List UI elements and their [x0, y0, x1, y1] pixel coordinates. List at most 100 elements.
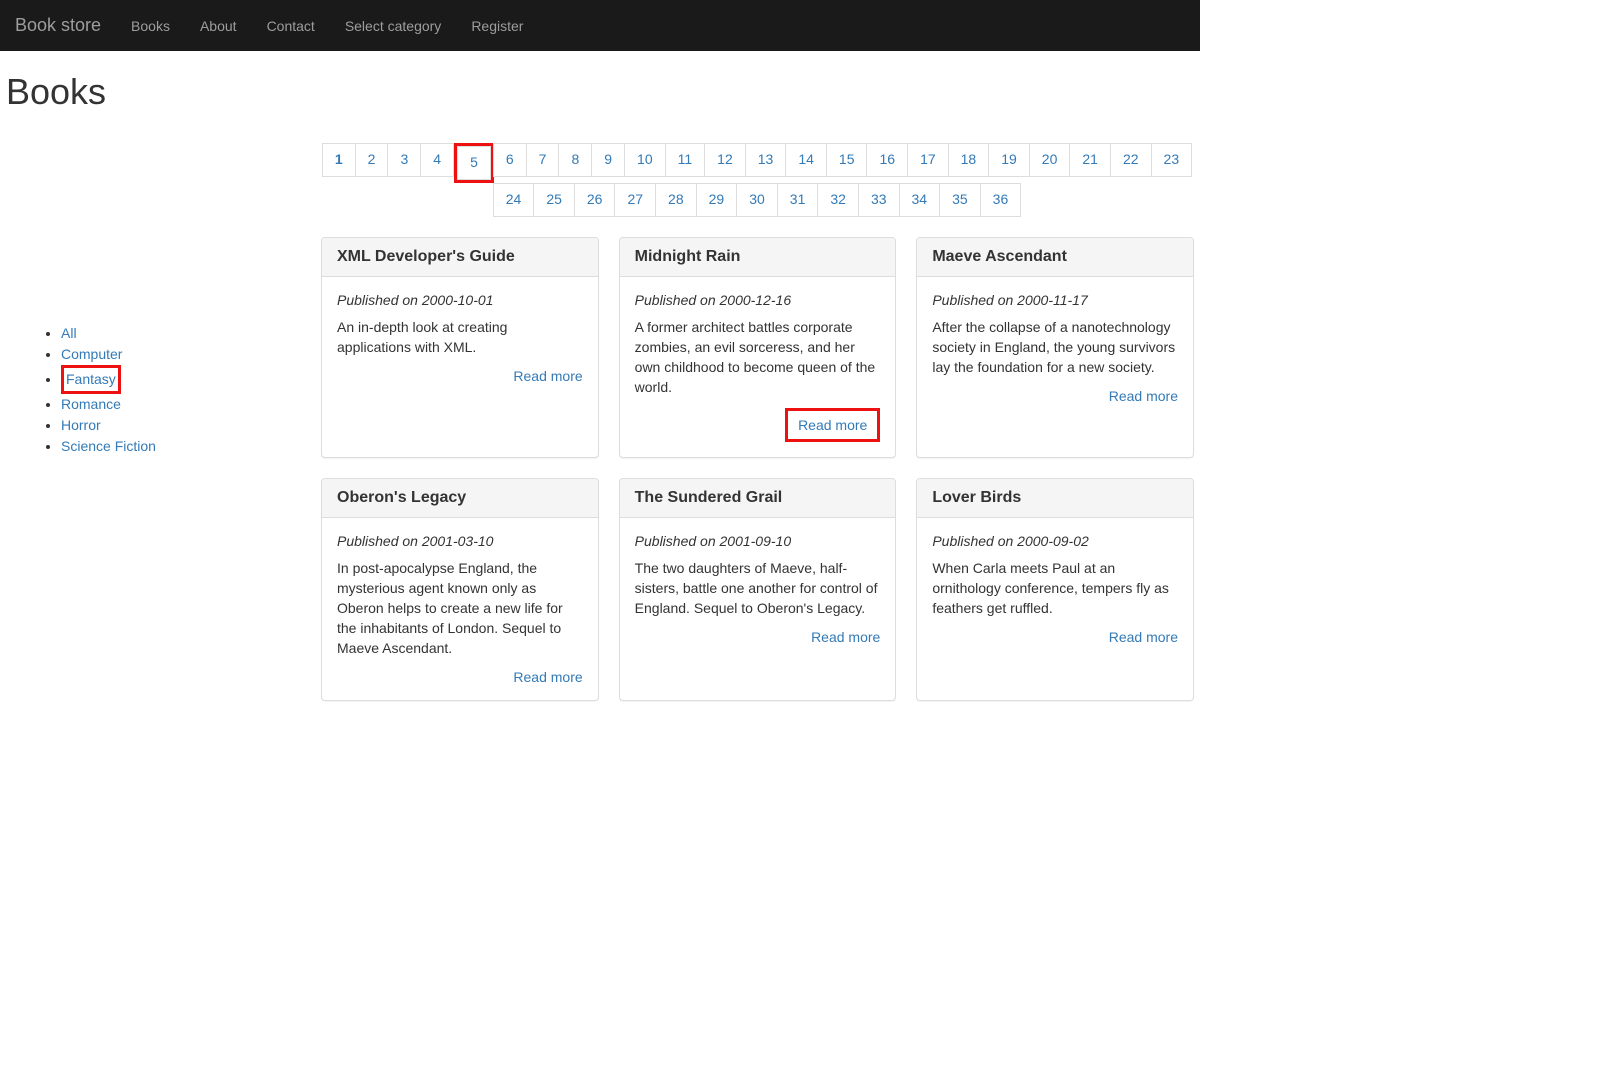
- pagination-wrap: 1234567891011121314151617181920212223242…: [321, 143, 1194, 217]
- read-more-link[interactable]: Read more: [1109, 388, 1178, 404]
- pagination: 1234567891011121314151617181920212223242…: [323, 143, 1193, 217]
- pagination-page-31[interactable]: 31: [777, 183, 819, 217]
- pagination-page-19[interactable]: 19: [988, 143, 1030, 177]
- book-card-heading: Maeve Ascendant: [917, 238, 1193, 277]
- pagination-page-21[interactable]: 21: [1069, 143, 1111, 177]
- book-card: XML Developer's Guide Published on 2000-1…: [321, 237, 599, 458]
- pagination-page-26[interactable]: 26: [574, 183, 616, 217]
- book-publish-date: Published on 2000-10-01: [337, 292, 583, 308]
- book-card-body: Published on 2000-12-16 A former architec…: [620, 277, 896, 457]
- navbar-brand[interactable]: Book store: [15, 0, 116, 51]
- nav-link-register[interactable]: Register: [456, 3, 538, 49]
- read-more-link[interactable]: Read more: [513, 669, 582, 685]
- book-card-body: Published on 2001-09-10 The two daughters…: [620, 518, 896, 660]
- pagination-page-34[interactable]: 34: [899, 183, 941, 217]
- book-card-body: Published on 2000-11-17After the collaps…: [917, 277, 1193, 419]
- nav-link-books[interactable]: Books: [116, 3, 185, 49]
- pagination-page-29[interactable]: 29: [696, 183, 738, 217]
- category-link-romance[interactable]: Romance: [61, 396, 121, 412]
- book-card: The Sundered Grail Published on 2001-09-1…: [619, 478, 897, 701]
- category-link-computer[interactable]: Computer: [61, 346, 122, 362]
- pagination-page-18[interactable]: 18: [948, 143, 990, 177]
- book-card-heading: Midnight Rain: [620, 238, 896, 277]
- navbar-nav: BooksAboutContactSelect categoryRegister: [116, 3, 538, 49]
- book-publish-date: Published on 2000-11-17: [932, 292, 1178, 308]
- pagination-page-22[interactable]: 22: [1110, 143, 1152, 177]
- main-content: 1234567891011121314151617181920212223242…: [306, 123, 1194, 701]
- category-link-science-fiction[interactable]: Science Fiction: [61, 438, 156, 454]
- pagination-page-35[interactable]: 35: [939, 183, 981, 217]
- pagination-page-30[interactable]: 30: [736, 183, 778, 217]
- nav-link-contact[interactable]: Contact: [252, 3, 330, 49]
- highlight-box: Read more: [785, 408, 880, 442]
- pagination-page-1[interactable]: 1: [322, 143, 356, 177]
- category-sidebar: All Computer Fantasy Romance Horror Science F…: [6, 123, 306, 701]
- pagination-page-12[interactable]: 12: [704, 143, 746, 177]
- pagination-page-16[interactable]: 16: [866, 143, 908, 177]
- read-more-link[interactable]: Read more: [798, 417, 867, 433]
- book-title: Maeve Ascendant: [932, 248, 1178, 266]
- book-title: The Sundered Grail: [635, 489, 881, 507]
- pagination-page-25[interactable]: 25: [533, 183, 575, 217]
- book-title: Lover Birds: [932, 489, 1178, 507]
- book-description: An in-depth look at creating application…: [337, 318, 583, 358]
- nav-link-select-category[interactable]: Select category: [330, 3, 457, 49]
- book-card-heading: The Sundered Grail: [620, 479, 896, 518]
- book-card-heading: Lover Birds: [917, 479, 1193, 518]
- read-more-link[interactable]: Read more: [513, 368, 582, 384]
- pagination-page-2[interactable]: 2: [355, 143, 389, 177]
- pagination-page-5[interactable]: 5: [457, 146, 491, 180]
- category-list: All Computer Fantasy Romance Horror Science F…: [6, 323, 306, 457]
- navbar: Book store BooksAboutContactSelect categ…: [0, 0, 1200, 51]
- pagination-page-3[interactable]: 3: [387, 143, 421, 177]
- read-more-wrap: Read more: [635, 629, 881, 645]
- pagination-page-33[interactable]: 33: [858, 183, 900, 217]
- category-link-all[interactable]: All: [61, 325, 77, 341]
- pagination-page-11[interactable]: 11: [665, 143, 706, 177]
- pagination-page-24[interactable]: 24: [493, 183, 535, 217]
- pagination-page-27[interactable]: 27: [614, 183, 656, 217]
- book-card-body: Published on 2001-03-10 In post-apocalyps…: [322, 518, 598, 700]
- book-card-body: Published on 2000-09-02When Carla meets …: [917, 518, 1193, 660]
- book-description: The two daughters of Maeve, half-sisters…: [635, 559, 881, 619]
- pagination-page-4[interactable]: 4: [420, 143, 454, 177]
- book-title: Oberon's Legacy: [337, 489, 583, 507]
- read-more-wrap: Read more: [337, 368, 583, 384]
- book-card-body: Published on 2000-10-01 An in-depth look …: [322, 277, 598, 399]
- read-more-wrap: Read more: [932, 388, 1178, 404]
- read-more-link[interactable]: Read more: [811, 629, 880, 645]
- book-publish-date: Published on 2001-03-10: [337, 533, 583, 549]
- pagination-page-23[interactable]: 23: [1151, 143, 1193, 177]
- book-card: Oberon's Legacy Published on 2001-03-10 In…: [321, 478, 599, 701]
- book-description: In post-apocalypse England, the mysterio…: [337, 559, 583, 659]
- pagination-page-9[interactable]: 9: [591, 143, 625, 177]
- pagination-page-28[interactable]: 28: [655, 183, 697, 217]
- book-card-heading: XML Developer's Guide: [322, 238, 598, 277]
- book-publish-date: Published on 2001-09-10: [635, 533, 881, 549]
- pagination-page-36[interactable]: 36: [980, 183, 1022, 217]
- category-link-horror[interactable]: Horror: [61, 417, 101, 433]
- book-card-heading: Oberon's Legacy: [322, 479, 598, 518]
- read-more-link[interactable]: Read more: [1109, 629, 1178, 645]
- pagination-page-10[interactable]: 10: [624, 143, 666, 177]
- book-publish-date: Published on 2000-12-16: [635, 292, 881, 308]
- pagination-page-14[interactable]: 14: [785, 143, 827, 177]
- pagination-page-15[interactable]: 15: [826, 143, 868, 177]
- category-link-fantasy[interactable]: Fantasy: [61, 365, 121, 394]
- books-grid: XML Developer's Guide Published on 2000-1…: [321, 237, 1194, 701]
- pagination-page-6[interactable]: 6: [493, 143, 527, 177]
- book-title: Midnight Rain: [635, 248, 881, 266]
- pagination-page-13[interactable]: 13: [745, 143, 787, 177]
- book-title: XML Developer's Guide: [337, 248, 583, 266]
- book-card: Midnight Rain Published on 2000-12-16 A fo…: [619, 237, 897, 458]
- pagination-page-8[interactable]: 8: [558, 143, 592, 177]
- pagination-page-7[interactable]: 7: [526, 143, 560, 177]
- nav-link-about[interactable]: About: [185, 3, 252, 49]
- book-card: Maeve Ascendant Published on 2000-11-17Af…: [916, 237, 1194, 458]
- pagination-page-20[interactable]: 20: [1029, 143, 1071, 177]
- main-container: All Computer Fantasy Romance Horror Science F…: [0, 123, 1200, 701]
- book-description: When Carla meets Paul at an ornithology …: [932, 559, 1178, 619]
- book-description: A former architect battles corporate zom…: [635, 318, 881, 398]
- pagination-page-32[interactable]: 32: [817, 183, 859, 217]
- pagination-page-17[interactable]: 17: [907, 143, 949, 177]
